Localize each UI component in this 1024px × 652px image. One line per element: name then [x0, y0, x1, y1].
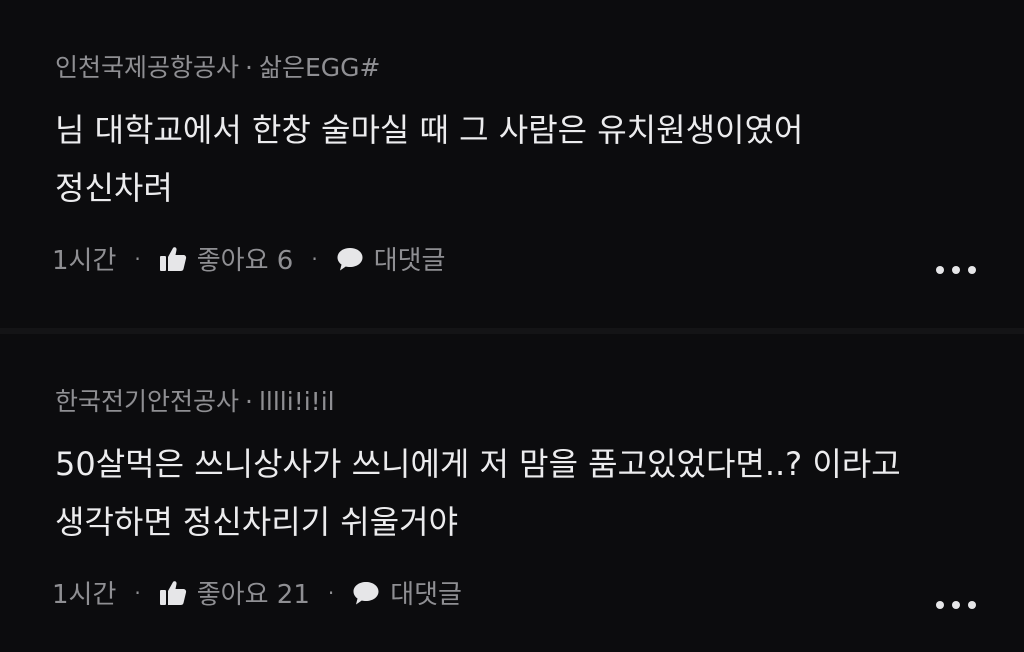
more-horizontal-icon: [968, 601, 976, 609]
comment-actions: 1시간 · 좋아요 6 · 대댓글: [52, 240, 445, 277]
more-options-button[interactable]: [936, 263, 976, 277]
author-nickname[interactable]: 삶은EGG#: [259, 53, 381, 82]
speech-bubble-icon: [352, 580, 380, 606]
comment-time: 1시간: [52, 580, 117, 610]
like-button[interactable]: 좋아요 21: [159, 574, 310, 611]
meta-separator: ·: [245, 387, 253, 416]
comment-author-meta: 한국전기안전공사 · lllli!i!il: [55, 382, 335, 418]
reply-label: 대댓글: [390, 580, 462, 610]
action-separator: ·: [134, 246, 141, 271]
thumbs-up-icon: [159, 580, 187, 606]
like-button[interactable]: 좋아요 6: [159, 240, 294, 277]
comment-line: 정신차려: [55, 169, 173, 207]
meta-separator: ·: [245, 53, 253, 82]
thumbs-up-icon: [159, 246, 187, 272]
reply-button[interactable]: 대댓글: [336, 240, 446, 277]
action-separator: ·: [134, 580, 141, 605]
more-horizontal-icon: [936, 266, 944, 274]
like-count-label: 좋아요 6: [196, 246, 294, 276]
action-separator: ·: [311, 246, 318, 271]
more-options-button[interactable]: [936, 598, 976, 612]
more-horizontal-icon: [968, 266, 976, 274]
comment-line: 생각하면 정신차리기 쉬울거야: [55, 503, 459, 541]
comment-item: 인천국제공항공사 · 삶은EGG# 님 대학교에서 한창 술마실 때 그 사람은 유…: [0, 0, 1024, 330]
reply-label: 대댓글: [373, 246, 446, 276]
author-company[interactable]: 한국전기안전공사: [55, 387, 239, 416]
comment-line: 님 대학교에서 한창 술마실 때 그 사람은 유치원생이였어: [55, 111, 804, 149]
comment-body: 50살먹은 쓰니상사가 쓰니에게 저 맘을 품고있었다면..? 이라고 생각하면…: [55, 435, 901, 551]
like-count-label: 좋아요 21: [196, 580, 310, 610]
comment-time: 1시간: [52, 246, 117, 276]
comment-item: 한국전기안전공사 · lllli!i!il 50살먹은 쓰니상사가 쓰니에게 저 맘…: [0, 334, 1024, 652]
comment-actions: 1시간 · 좋아요 21 · 대댓글: [52, 574, 462, 611]
author-nickname[interactable]: lllli!i!il: [259, 387, 335, 416]
comment-line: 50살먹은 쓰니상사가 쓰니에게 저 맘을 품고있었다면..? 이라고: [55, 445, 901, 483]
author-company[interactable]: 인천국제공항공사: [55, 53, 239, 82]
action-separator: ·: [327, 580, 335, 605]
speech-bubble-icon: [336, 246, 364, 272]
more-horizontal-icon: [952, 266, 960, 274]
reply-button[interactable]: 대댓글: [352, 574, 462, 611]
comment-author-meta: 인천국제공항공사 · 삶은EGG#: [55, 48, 380, 84]
comment-body: 님 대학교에서 한창 술마실 때 그 사람은 유치원생이였어 정신차려: [55, 101, 803, 217]
more-horizontal-icon: [952, 601, 960, 609]
more-horizontal-icon: [936, 601, 944, 609]
